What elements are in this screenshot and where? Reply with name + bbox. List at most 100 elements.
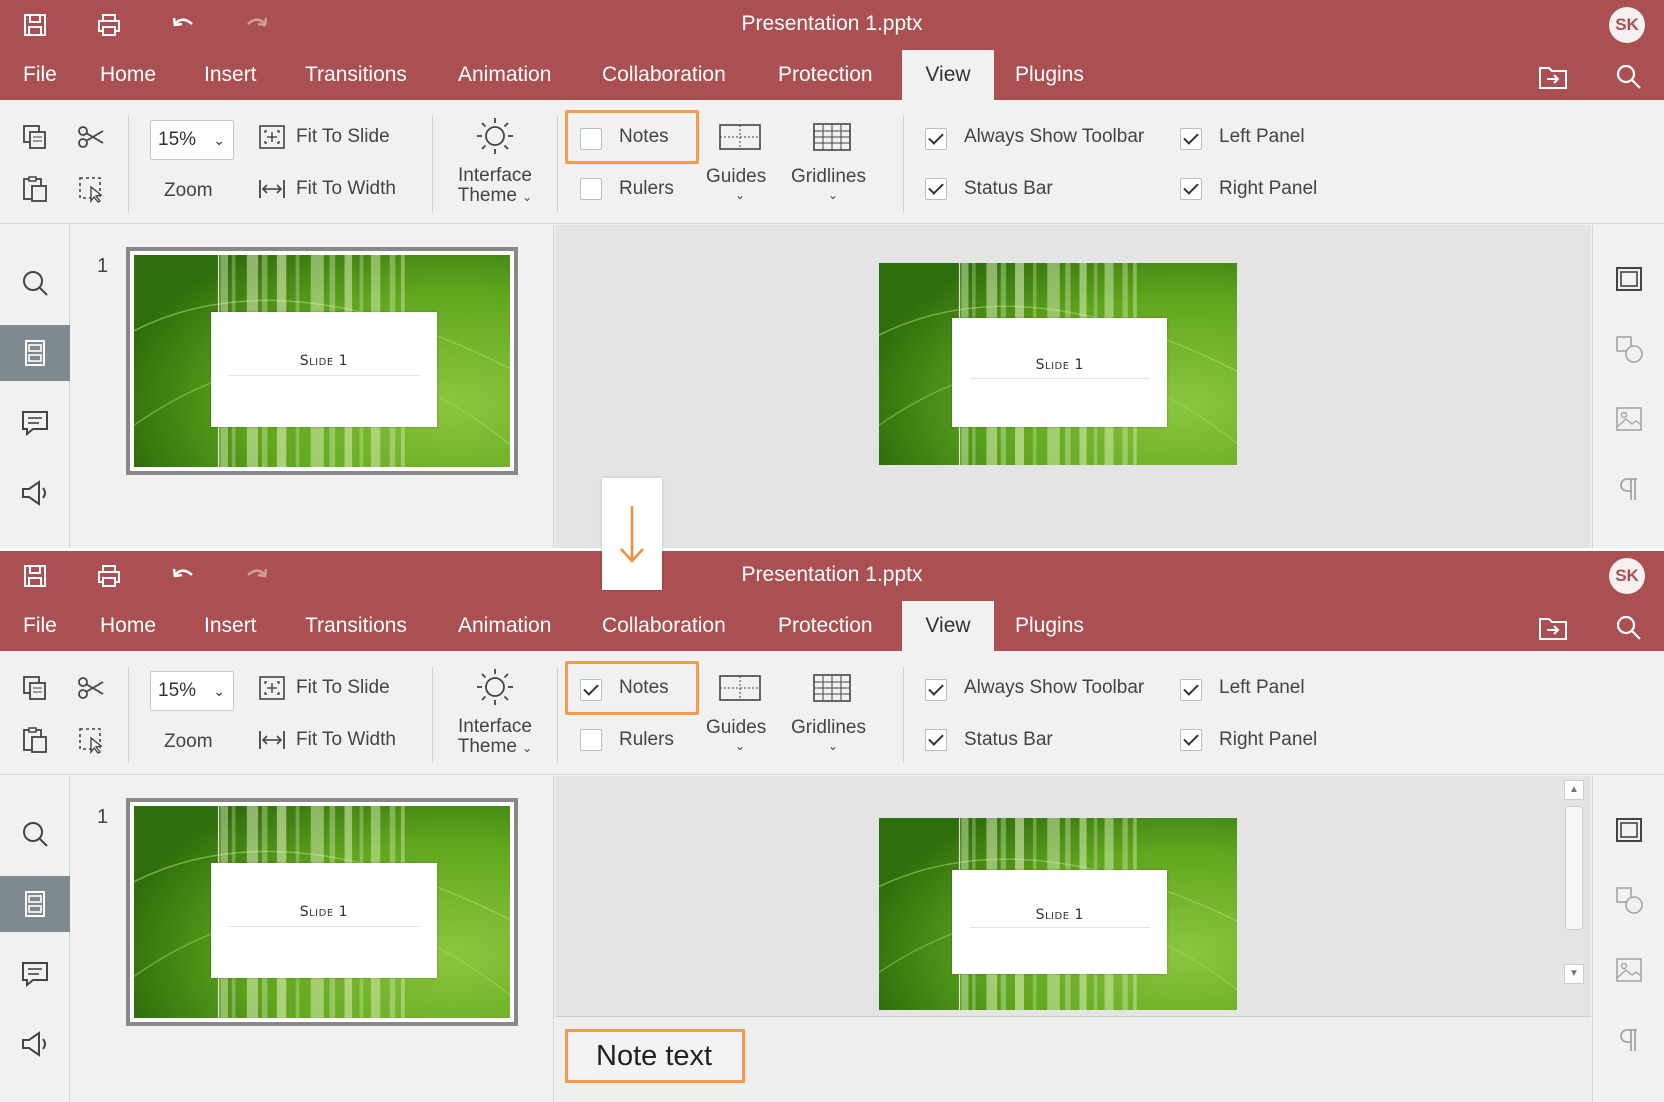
editor-scrollbar[interactable]: ▲ ▼ — [1562, 780, 1586, 994]
search-icon[interactable] — [1614, 62, 1644, 90]
left-panel-checkbox[interactable] — [1180, 679, 1202, 701]
slide-settings-icon[interactable] — [1613, 263, 1645, 295]
menu-transitions[interactable]: Transitions — [299, 601, 413, 651]
fit-to-slide-icon[interactable] — [255, 120, 289, 154]
view-toolbar: 15% ⌄ Zoom Fit To Slide Fit To Width Inte… — [0, 100, 1664, 224]
chevron-down-icon: ⌄ — [522, 741, 533, 755]
menu-plugins[interactable]: Plugins — [1009, 601, 1090, 651]
left-comments[interactable] — [0, 946, 70, 1002]
status-bar-label: Status Bar — [964, 178, 1053, 199]
user-avatar[interactable]: SK — [1609, 7, 1645, 43]
shape-settings-icon[interactable] — [1613, 333, 1645, 365]
left-feedback[interactable] — [0, 465, 70, 521]
cut-icon[interactable] — [74, 671, 108, 705]
right-panel-checkbox[interactable] — [1180, 178, 1202, 200]
thumbnail-number: 1 — [97, 255, 109, 277]
left-feedback[interactable] — [0, 1016, 70, 1072]
zoom-select[interactable]: 15% ⌄ — [150, 671, 234, 711]
menu-file[interactable]: File — [17, 50, 63, 100]
zoom-label: Zoom — [164, 731, 213, 752]
zoom-select[interactable]: 15% ⌄ — [150, 120, 234, 160]
menu-transitions[interactable]: Transitions — [299, 50, 413, 100]
paste-icon[interactable] — [18, 172, 52, 206]
left-search[interactable] — [0, 255, 70, 311]
left-comments[interactable] — [0, 395, 70, 451]
guides-button[interactable]: Guides — [706, 717, 766, 739]
menu-home[interactable]: Home — [94, 50, 162, 100]
megaphone-icon — [22, 480, 46, 506]
menu-view[interactable]: View — [902, 50, 994, 100]
fit-to-slide-button[interactable]: Fit To Slide — [296, 677, 390, 699]
left-slides[interactable] — [0, 876, 70, 932]
paste-icon[interactable] — [18, 723, 52, 757]
rulers-checkbox[interactable] — [580, 729, 602, 751]
status-bar-checkbox[interactable] — [925, 729, 947, 751]
menu-collaboration[interactable]: Collaboration — [596, 50, 732, 100]
scroll-up-icon[interactable]: ▲ — [1564, 780, 1584, 800]
interface-theme-button[interactable]: Interface Theme ⌄ — [453, 166, 537, 207]
menu-collaboration[interactable]: Collaboration — [596, 601, 732, 651]
gridlines-icon[interactable] — [810, 120, 854, 154]
fit-to-width-button[interactable]: Fit To Width — [296, 729, 396, 751]
guides-icon[interactable] — [718, 671, 762, 705]
right-panel-checkbox[interactable] — [1180, 729, 1202, 751]
scroll-thumb[interactable] — [1565, 806, 1583, 930]
slide-settings-icon[interactable] — [1613, 814, 1645, 846]
sun-icon[interactable] — [475, 116, 515, 156]
fit-to-width-button[interactable]: Fit To Width — [296, 178, 396, 200]
zoom-value: 15% — [158, 680, 197, 701]
fit-to-width-icon[interactable] — [255, 723, 289, 757]
left-search[interactable] — [0, 806, 70, 862]
image-settings-icon[interactable] — [1613, 954, 1645, 986]
fit-to-slide-button[interactable]: Fit To Slide — [296, 126, 390, 148]
fit-to-width-icon[interactable] — [255, 172, 289, 206]
fit-to-slide-icon[interactable] — [255, 671, 289, 705]
image-settings-icon[interactable] — [1613, 403, 1645, 435]
user-avatar[interactable]: SK — [1609, 558, 1645, 594]
guides-button[interactable]: Guides — [706, 166, 766, 188]
menu-insert[interactable]: Insert — [198, 50, 263, 100]
select-all-icon[interactable] — [74, 723, 108, 757]
copy-icon[interactable] — [18, 120, 52, 154]
screenshot-before: Presentation 1.pptx SK File Home Insert … — [0, 0, 1664, 548]
gridlines-button[interactable]: Gridlines — [791, 166, 866, 188]
guides-icon[interactable] — [718, 120, 762, 154]
menu-view[interactable]: View — [902, 601, 994, 651]
menu-home[interactable]: Home — [94, 601, 162, 651]
menu-file[interactable]: File — [17, 601, 63, 651]
scroll-down-icon[interactable]: ▼ — [1564, 964, 1584, 984]
select-all-icon[interactable] — [74, 172, 108, 206]
search-icon[interactable] — [1614, 613, 1644, 641]
left-panel-checkbox[interactable] — [1180, 128, 1202, 150]
paragraph-settings-icon[interactable] — [1613, 473, 1645, 505]
sun-icon[interactable] — [475, 667, 515, 707]
status-bar-checkbox[interactable] — [925, 178, 947, 200]
menu-animation[interactable]: Animation — [452, 50, 557, 100]
slide-thumbnails-panel: 1 Slide 1 — [71, 225, 554, 548]
menu-animation[interactable]: Animation — [452, 601, 557, 651]
main-slide-canvas[interactable]: Slide 1 — [879, 263, 1237, 465]
left-slides[interactable] — [0, 325, 70, 381]
main-slide-canvas[interactable]: Slide 1 — [879, 818, 1237, 1010]
menu-protection[interactable]: Protection — [772, 601, 879, 651]
cut-icon[interactable] — [74, 120, 108, 154]
open-location-icon[interactable] — [1538, 62, 1568, 90]
paragraph-settings-icon[interactable] — [1613, 1024, 1645, 1056]
always-show-toolbar-checkbox[interactable] — [925, 679, 947, 701]
slide-thumbnail[interactable]: Slide 1 — [126, 798, 518, 1026]
interface-theme-button[interactable]: Interface Theme ⌄ — [453, 717, 537, 758]
menu-plugins[interactable]: Plugins — [1009, 50, 1090, 100]
shape-settings-icon[interactable] — [1613, 884, 1645, 916]
gridlines-icon[interactable] — [810, 671, 854, 705]
chevron-down-icon: ⌄ — [828, 739, 839, 753]
gridlines-button[interactable]: Gridlines — [791, 717, 866, 739]
open-location-icon[interactable] — [1538, 613, 1568, 641]
always-show-toolbar-checkbox[interactable] — [925, 128, 947, 150]
copy-icon[interactable] — [18, 671, 52, 705]
notes-pane[interactable]: Note text — [555, 1016, 1591, 1102]
menu-insert[interactable]: Insert — [198, 601, 263, 651]
note-text[interactable]: Note text — [565, 1029, 745, 1083]
slide-thumbnail[interactable]: Slide 1 — [126, 247, 518, 475]
menu-protection[interactable]: Protection — [772, 50, 879, 100]
rulers-checkbox[interactable] — [580, 178, 602, 200]
